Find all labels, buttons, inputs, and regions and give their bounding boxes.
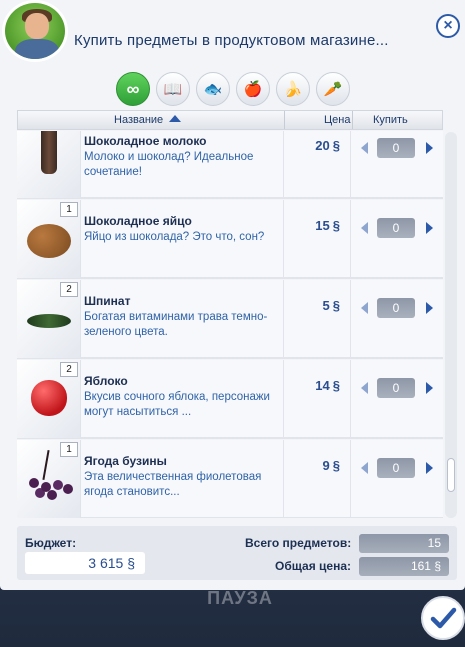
item-description: Яйцо из шоколада? Это что, сон?: [84, 231, 265, 243]
total-price-label: Общая цена:: [275, 559, 351, 573]
simoleon-icon: §: [332, 298, 340, 313]
quantity-stepper: 0: [361, 378, 433, 398]
close-icon: ×: [443, 17, 453, 34]
quantity-value[interactable]: 0: [377, 218, 415, 238]
simoleon-icon: §: [434, 559, 441, 573]
banana-icon: 🍌: [283, 81, 303, 98]
item-list: Шоколадное молоко Молоко и шоколад? Идеал…: [17, 131, 443, 518]
increase-quantity-button[interactable]: [426, 462, 433, 474]
item-name: Шоколадное молоко: [84, 134, 207, 148]
confirm-button[interactable]: [421, 596, 465, 640]
price-cell: 20 §: [283, 131, 351, 198]
summary-footer: Бюджет: 3 615 § Всего предметов: 15 Обща…: [17, 526, 457, 580]
quantity-stepper: 0: [361, 458, 433, 478]
column-price-header[interactable]: Цена: [324, 114, 350, 126]
tab-fruit[interactable]: 🍎: [236, 72, 270, 106]
increase-quantity-button[interactable]: [426, 142, 433, 154]
quantity-stepper: 0: [361, 218, 433, 238]
quantity-value[interactable]: 0: [377, 458, 415, 478]
apple-icon: 🍎: [243, 81, 263, 98]
simoleon-icon: §: [127, 555, 135, 571]
simoleon-icon: §: [332, 218, 340, 233]
item-price: 14 §: [315, 378, 340, 393]
quantity-value[interactable]: 0: [377, 138, 415, 158]
item-row[interactable]: 2 Шпинат Богатая витаминами трава темно-зе…: [17, 280, 443, 359]
paused-label: ПАУЗА: [207, 588, 273, 608]
total-price-value: 161 §: [359, 557, 449, 576]
price-cell: 5 §: [283, 280, 351, 358]
simoleon-icon: §: [332, 458, 340, 473]
item-name: Яблоко: [84, 374, 128, 388]
fish-icon: 🐟: [203, 81, 223, 98]
quantity-value[interactable]: 0: [377, 298, 415, 318]
infinity-icon: ∞: [126, 78, 140, 99]
decrease-quantity-button[interactable]: [361, 382, 368, 394]
item-row[interactable]: 2 Яблоко Вкусив сочного яблока, персонажи …: [17, 360, 443, 439]
item-description: Эта величественная фиолетовая ягода стан…: [84, 471, 262, 498]
decrease-quantity-button[interactable]: [361, 222, 368, 234]
book-icon: 📖: [163, 81, 183, 98]
item-name: Шпинат: [84, 294, 131, 308]
item-thumbnail: 2: [17, 280, 81, 358]
total-items-label: Всего предметов:: [245, 536, 352, 550]
tab-fish[interactable]: 🐟: [196, 72, 230, 106]
dialog-title: Купить предметы в продуктовом магазине..…: [74, 32, 389, 49]
decrease-quantity-button[interactable]: [361, 302, 368, 314]
increase-quantity-button[interactable]: [426, 382, 433, 394]
owned-count-badge: 2: [60, 362, 78, 377]
simoleon-icon: §: [332, 378, 340, 393]
simoleon-icon: §: [332, 138, 340, 153]
close-button[interactable]: ×: [436, 14, 460, 38]
increase-quantity-button[interactable]: [426, 302, 433, 314]
item-row[interactable]: Шоколадное молоко Молоко и шоколад? Идеал…: [17, 131, 443, 199]
item-thumbnail: 1: [17, 200, 81, 278]
column-name-header[interactable]: Название: [114, 114, 182, 126]
tab-produce[interactable]: 🍌: [276, 72, 310, 106]
item-description: Молоко и шоколад? Идеальное сочетание!: [84, 151, 254, 178]
item-thumbnail: [17, 131, 81, 198]
column-buy-header: Купить: [373, 114, 408, 126]
category-tabs: ∞ 📖 🐟 🍎 🍌 🥕: [116, 72, 350, 106]
scrollbar-thumb[interactable]: [447, 458, 455, 492]
item-row[interactable]: 1 Шоколадное яйцо Яйцо из шоколада? Это чт…: [17, 200, 443, 279]
quantity-stepper: 0: [361, 138, 433, 158]
total-items-value: 15: [359, 534, 449, 553]
item-description: Вкусив сочного яблока, персонажи могут н…: [84, 391, 270, 418]
item-description: Богатая витаминами трава темно-зеленого …: [84, 311, 268, 338]
item-price: 9 §: [322, 458, 340, 473]
item-thumbnail: 1: [17, 440, 81, 518]
quantity-value[interactable]: 0: [377, 378, 415, 398]
item-price: 5 §: [322, 298, 340, 313]
price-cell: 9 §: [283, 440, 351, 518]
column-headers: Название Цена Купить: [17, 110, 443, 130]
tab-books[interactable]: 📖: [156, 72, 190, 106]
owned-count-badge: 2: [60, 282, 78, 297]
quantity-stepper: 0: [361, 298, 433, 318]
shop-dialog: Купить предметы в продуктовом магазине..…: [0, 0, 465, 590]
item-row[interactable]: 1 Ягода бузины Эта величественная фиолетов…: [17, 440, 443, 518]
price-cell: 14 §: [283, 360, 351, 438]
owned-count-badge: 1: [60, 442, 78, 457]
decrease-quantity-button[interactable]: [361, 462, 368, 474]
sim-avatar: [2, 0, 68, 62]
carrot-icon: 🥕: [323, 81, 343, 98]
budget-value: 3 615 §: [25, 552, 145, 574]
checkmark-icon: [430, 607, 457, 629]
item-name: Ягода бузины: [84, 454, 167, 468]
increase-quantity-button[interactable]: [426, 222, 433, 234]
item-thumbnail: 2: [17, 360, 81, 438]
tab-vegetables[interactable]: 🥕: [316, 72, 350, 106]
item-name: Шоколадное яйцо: [84, 214, 192, 228]
item-price: 20 §: [315, 138, 340, 153]
sort-ascending-icon: [169, 115, 182, 122]
budget-label: Бюджет:: [25, 536, 77, 550]
decrease-quantity-button[interactable]: [361, 142, 368, 154]
owned-count-badge: 1: [60, 202, 78, 217]
price-cell: 15 §: [283, 200, 351, 278]
item-price: 15 §: [315, 218, 340, 233]
tab-all[interactable]: ∞: [116, 72, 150, 106]
